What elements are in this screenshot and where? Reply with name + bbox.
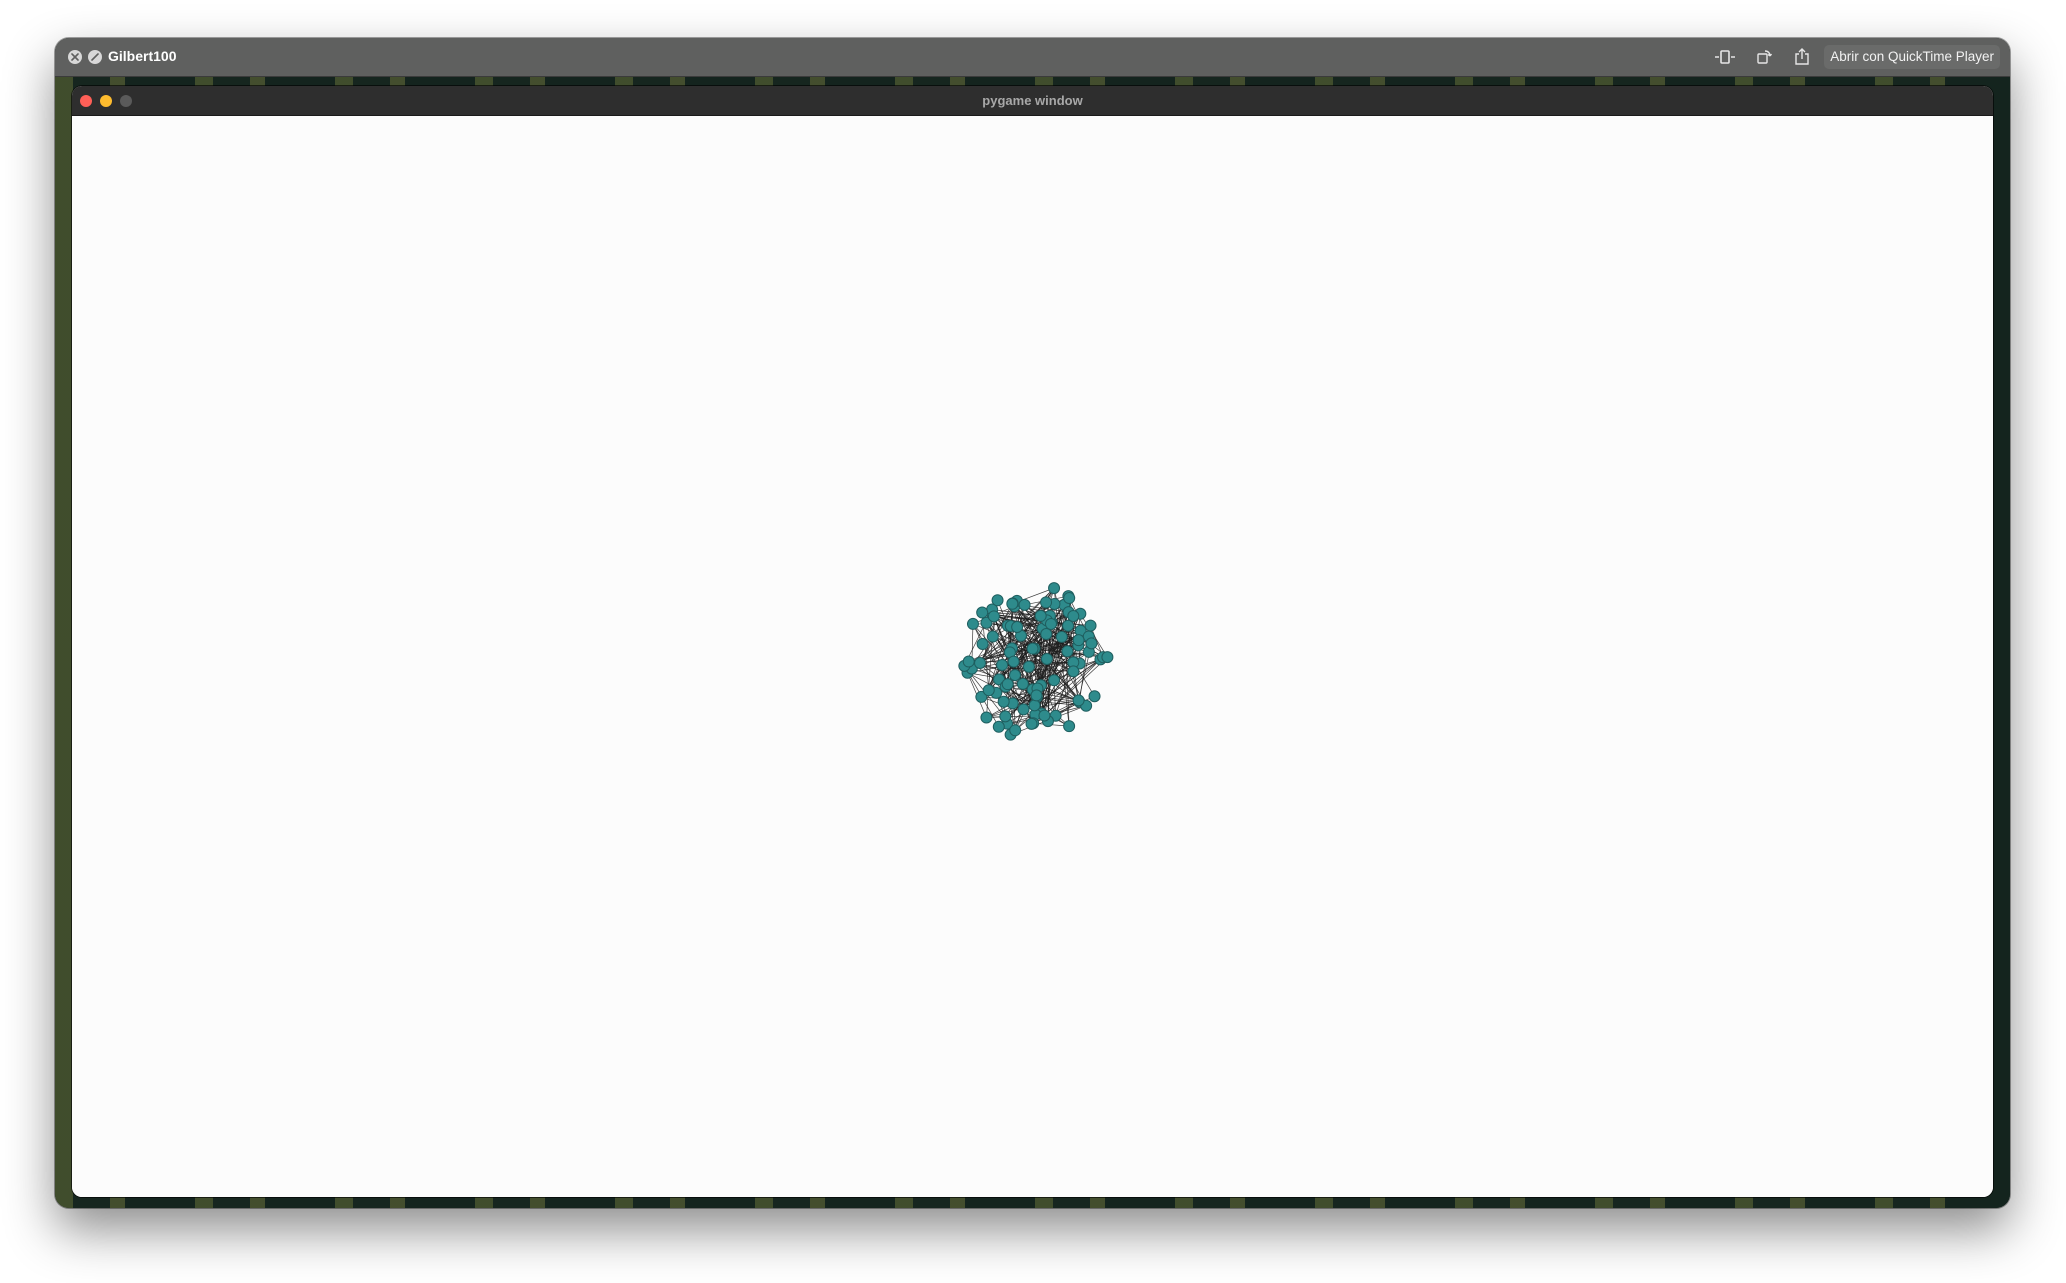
graph-node [1085,637,1098,650]
graph-node [1026,642,1039,655]
graph-drawing [958,582,1114,741]
graph-node [1062,619,1075,632]
graph-node [1072,694,1085,707]
graph-node [1061,645,1074,658]
quicklook-titlebar: Gilbert100 Abrir con QuickTime Player [55,38,2010,77]
graph-node [1063,592,1076,605]
open-with-quicktime-button[interactable]: Abrir con QuickTime Player [1824,45,2000,69]
graph-node [1038,709,1051,722]
graph-node [1072,634,1085,647]
graph-node [980,711,993,724]
quicklook-title: Gilbert100 [108,48,177,64]
share-button[interactable] [1791,47,1813,67]
close-icon [71,53,79,61]
quicklook-window: Gilbert100 Abrir con QuickTime Player py… [55,38,2010,1208]
graph-node [999,710,1012,723]
graph-node [974,656,987,669]
graph-node [962,655,975,668]
graph-node [1030,689,1043,702]
graph-node [976,638,989,651]
graph-node [1067,665,1080,678]
trim-icon [1715,50,1735,64]
trim-button[interactable] [1714,47,1736,67]
fullscreen-button[interactable] [88,50,102,64]
graph-node [966,617,979,630]
graph-node [1025,717,1038,730]
graph-node [1088,690,1101,703]
graph-node [1011,620,1024,633]
graph-node [1084,619,1097,632]
graph-node [976,606,989,619]
graph-node [1009,669,1022,682]
graph-node [1017,703,1030,716]
graph-node [1007,655,1020,668]
graph-node [986,630,999,643]
graph-node [1040,652,1053,665]
graph-node [987,610,1000,623]
close-button[interactable] [68,50,82,64]
graph-node [1034,609,1047,622]
graph-node [1028,699,1041,712]
pygame-window: pygame window [72,86,1993,1197]
graph-node [997,695,1010,708]
graph-canvas[interactable] [72,116,1993,1197]
graph-node [1048,582,1061,595]
graph-node [1048,674,1061,687]
rotate-icon [1757,50,1772,64]
graph-node [1067,609,1080,622]
fullscreen-icon [91,53,99,61]
graph-node [1006,597,1019,610]
graph-node [1016,677,1029,690]
pygame-titlebar: pygame window [72,86,1993,116]
graph-node [1040,596,1053,609]
graph-node [1063,720,1076,733]
graph-node [1018,598,1031,611]
graph-node [992,720,1005,733]
graph-node [996,658,1009,671]
graph-node [1009,724,1022,737]
rotate-button[interactable] [1753,47,1775,67]
pygame-window-title: pygame window [982,93,1083,108]
graph-node [982,684,995,697]
graph-node [991,594,1004,607]
graph-node [1101,651,1114,664]
graph-node [1001,678,1014,691]
graph-node [1044,617,1057,630]
graph-node [1055,630,1068,643]
graph-node [1022,660,1035,673]
graph-node [1040,628,1053,641]
share-icon [1795,48,1809,65]
